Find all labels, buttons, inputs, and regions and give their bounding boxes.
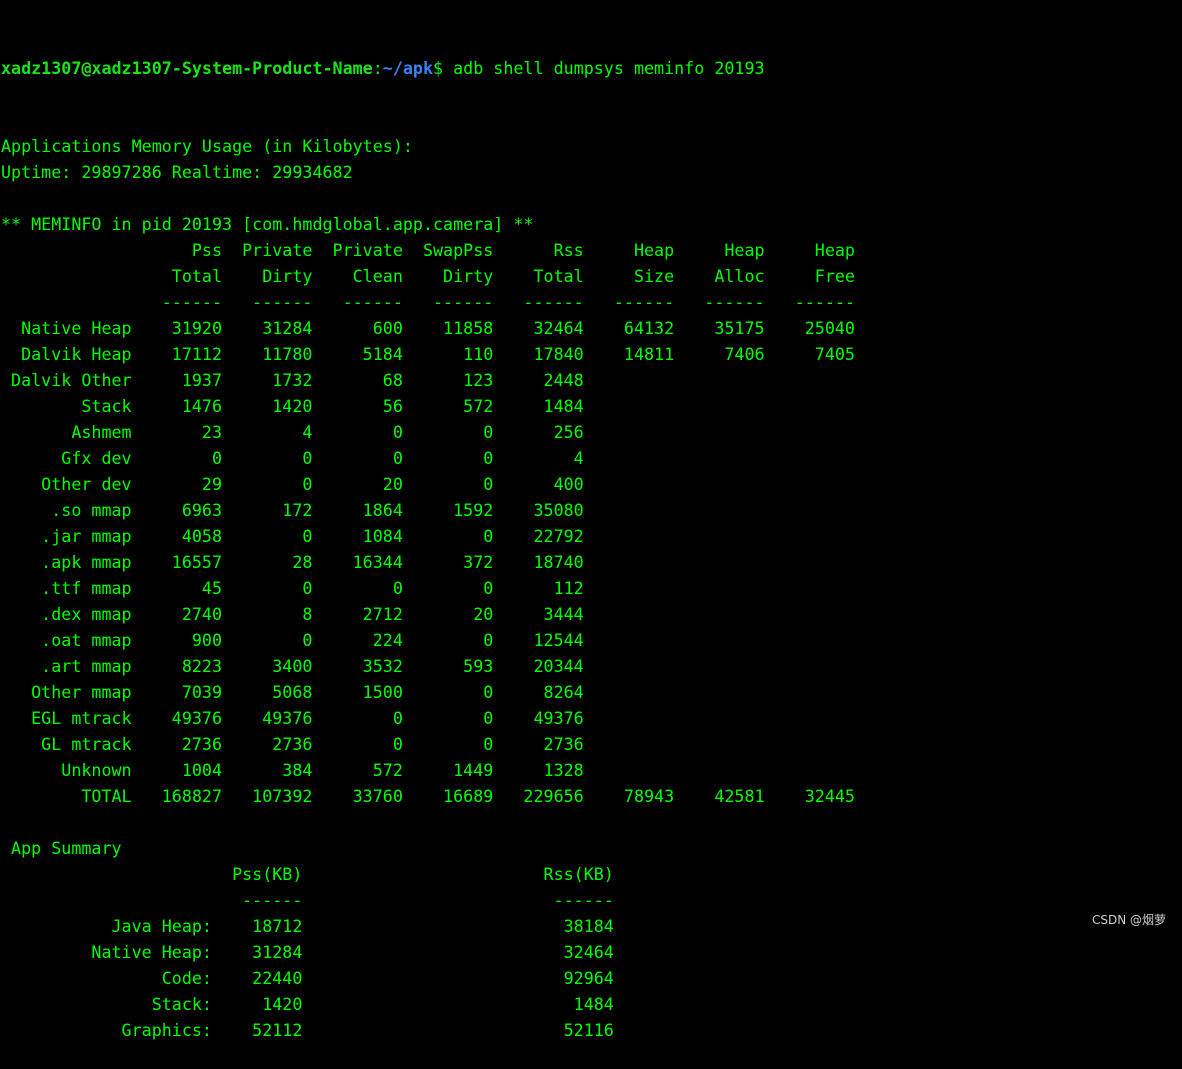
output-line: Unknown 1004 384 572 1449 1328 [1,760,584,780]
output-line: GL mtrack 2736 2736 0 0 2736 [1,734,584,754]
output-line: .oat mmap 900 0 224 0 12544 [1,630,584,650]
output-line: Other dev 29 0 20 0 400 [1,474,584,494]
output-line: .apk mmap 16557 28 16344 372 18740 [1,552,584,572]
prompt-dollar: $ [433,58,444,78]
output-line: Ashmem 23 4 0 0 256 [1,422,584,442]
output-line: .so mmap 6963 172 1864 1592 35080 [1,500,584,520]
terminal-output[interactable]: xadz1307@xadz1307-System-Product-Name:~/… [1,3,855,1069]
output-line: ** MEMINFO in pid 20193 [com.hmdglobal.a… [1,214,534,234]
watermark: CSDN @烟萝 [1091,913,1166,927]
prompt-colon: : [372,58,383,78]
output-line: Pss Private Private SwapPss Rss Heap Hea… [1,240,855,260]
output-line: Stack 1476 1420 56 572 1484 [1,396,584,416]
output-line: ------ ------ [1,890,614,910]
command-text: adb shell dumpsys meminfo 20193 [443,58,765,78]
output-line: Graphics: 52112 52116 [1,1020,614,1040]
output-line: Uptime: 29897286 Realtime: 29934682 [1,162,353,182]
output-line: .dex mmap 2740 8 2712 20 3444 [1,604,584,624]
output-line: .jar mmap 4058 0 1084 0 22792 [1,526,584,546]
prompt-path: ~/apk [382,58,434,78]
output-line: ------ ------ ------ ------ ------ -----… [1,292,855,312]
command-output: Applications Memory Usage (in Kilobytes)… [1,133,855,1043]
output-line: Java Heap: 18712 38184 [1,916,614,936]
output-line: Stack: 1420 1484 [1,994,614,1014]
output-line: Gfx dev 0 0 0 0 4 [1,448,584,468]
output-line: Total Dirty Clean Dirty Total Size Alloc… [1,266,855,286]
output-line: Dalvik Heap 17112 11780 5184 110 17840 1… [1,344,855,364]
output-line: Native Heap 31920 31284 600 11858 32464 … [1,318,855,338]
output-line: App Summary [1,838,122,858]
output-line: Pss(KB) Rss(KB) [1,864,614,884]
command-prompt-line: xadz1307@xadz1307-System-Product-Name:~/… [1,55,855,81]
output-line: Dalvik Other 1937 1732 68 123 2448 [1,370,584,390]
output-line: Native Heap: 31284 32464 [1,942,614,962]
output-line: TOTAL 168827 107392 33760 16689 229656 7… [1,786,855,806]
prompt-user-host: xadz1307@xadz1307-System-Product-Name [1,58,373,78]
output-line: EGL mtrack 49376 49376 0 0 49376 [1,708,584,728]
output-line: Other mmap 7039 5068 1500 0 8264 [1,682,584,702]
output-line: Code: 22440 92964 [1,968,614,988]
output-line: .ttf mmap 45 0 0 0 112 [1,578,584,598]
output-line: .art mmap 8223 3400 3532 593 20344 [1,656,584,676]
output-line: Applications Memory Usage (in Kilobytes)… [1,136,413,156]
